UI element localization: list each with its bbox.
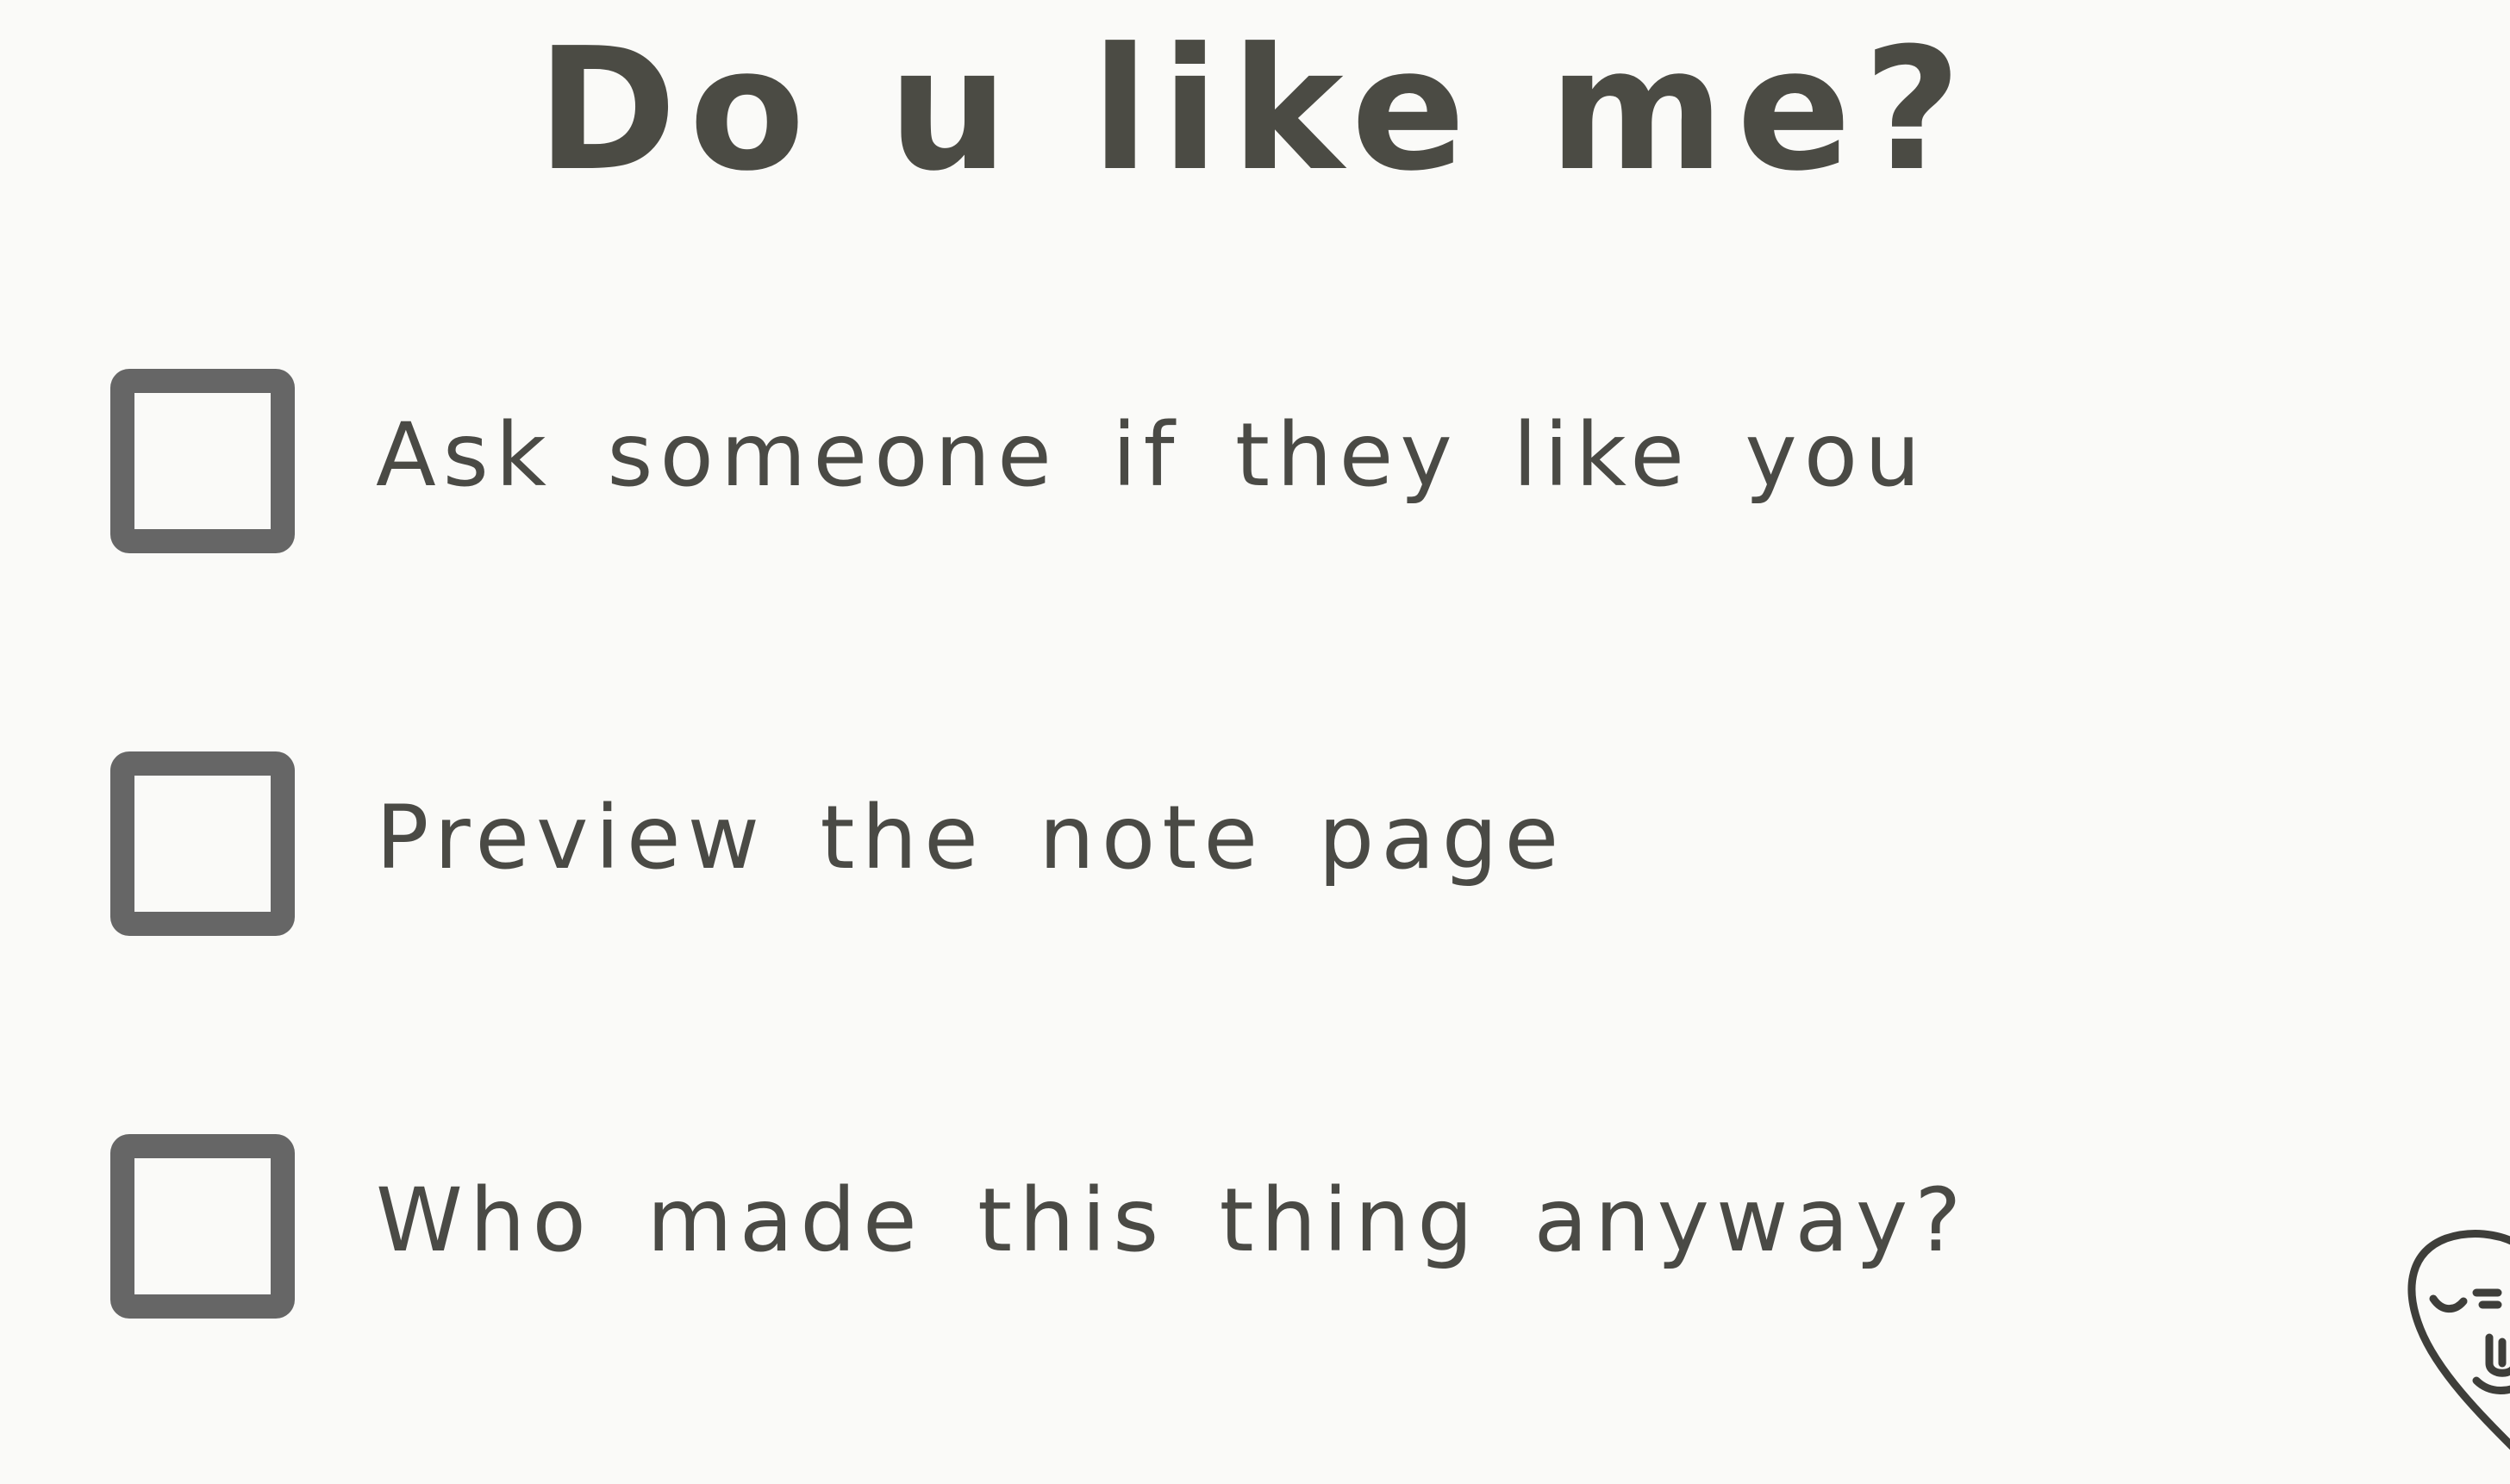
checkbox-ask-someone[interactable] — [110, 369, 295, 553]
checklist-item-label[interactable]: Preview the note page — [376, 786, 1565, 891]
page-title: Do u like me? — [536, 12, 1974, 209]
checkbox-who-made-this[interactable] — [110, 1134, 295, 1319]
checklist-item[interactable]: Ask someone if they like you — [110, 369, 2179, 576]
heart-face-doodle-icon[interactable] — [2386, 1225, 2510, 1484]
checklist-item-label[interactable]: Who made this thing anyway? — [376, 1169, 1968, 1274]
checklist-item-label[interactable]: Ask someone if they like you — [376, 403, 1927, 508]
checklist-item[interactable]: Preview the note page — [110, 751, 2179, 958]
checkbox-preview-note[interactable] — [110, 751, 295, 936]
checklist-item[interactable]: Who made this thing anyway? — [110, 1134, 2179, 1341]
